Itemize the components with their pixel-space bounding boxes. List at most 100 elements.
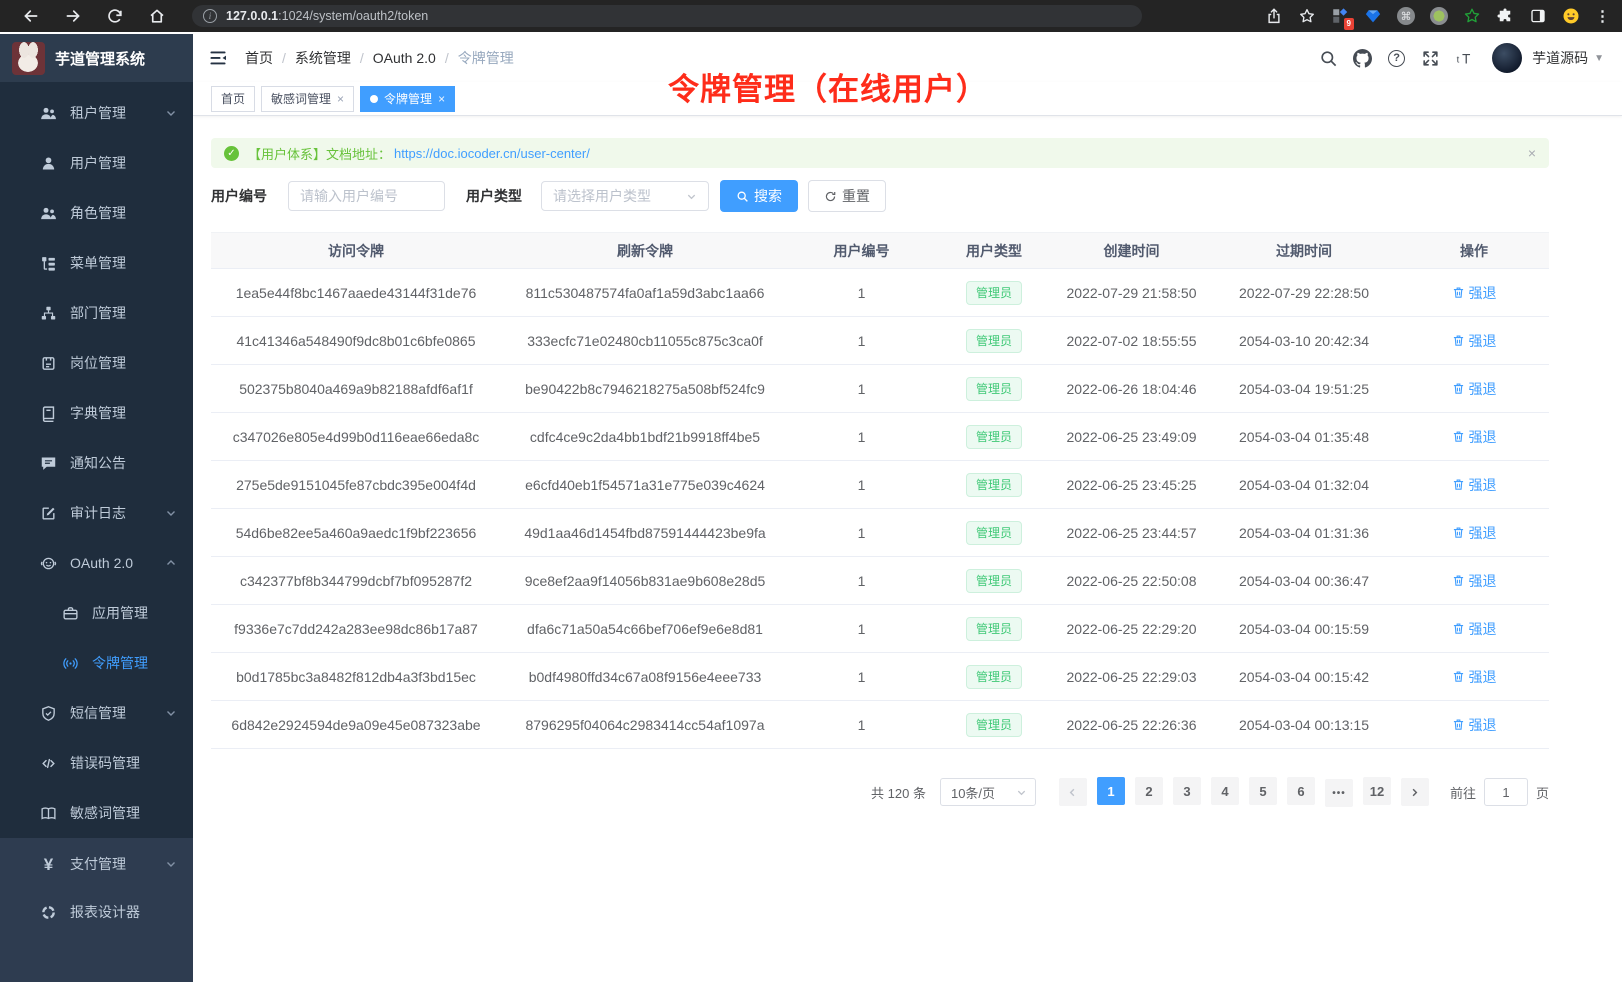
more-pages-button[interactable]: ••• xyxy=(1325,779,1353,807)
app-logo[interactable]: 芋道管理系统 xyxy=(0,34,193,82)
sidebar-item-user[interactable]: 用户管理 xyxy=(0,138,193,188)
breadcrumb-item[interactable]: 首页 xyxy=(245,48,273,68)
sidebar-item-dept[interactable]: 部门管理 xyxy=(0,288,193,338)
emoji-profile-icon[interactable] xyxy=(1562,7,1580,25)
user-id-cell: 1 xyxy=(789,317,934,365)
trash-icon xyxy=(1452,622,1465,635)
roles-icon xyxy=(40,205,57,222)
table-row: 502375b8040a469a9b82188afdf6af1f be90422… xyxy=(211,365,1549,413)
table-row: c342377bf8b344799dcbf7bf095287f2 9ce8ef2… xyxy=(211,557,1549,605)
breadcrumb-item[interactable]: 令牌管理 xyxy=(458,48,514,68)
page-button[interactable]: 5 xyxy=(1249,777,1277,805)
collapse-menu-icon[interactable] xyxy=(208,48,228,68)
sidebar-item-oauth2-app[interactable]: 应用管理 xyxy=(0,588,193,638)
refresh-token-cell: e6cfd40eb1f54571a31e775e039c4624 xyxy=(501,461,789,509)
page-button[interactable]: 4 xyxy=(1211,777,1239,805)
breadcrumb-item[interactable]: OAuth 2.0 xyxy=(373,50,436,66)
caret-down-icon[interactable]: ▼ xyxy=(1594,53,1604,64)
sidebar-item-pay[interactable]: ¥支付管理 xyxy=(0,840,193,888)
alert-close-icon[interactable]: × xyxy=(1528,145,1536,161)
svg-text:t: t xyxy=(1457,54,1460,65)
table-row: 6d842e2924594de9a09e45e087323abe 8796295… xyxy=(211,701,1549,749)
book-open-icon xyxy=(40,805,57,822)
font-size-icon[interactable]: tT xyxy=(1455,49,1474,68)
gem-extension-icon[interactable] xyxy=(1364,7,1382,25)
sidebar-item-sensitive[interactable]: 敏感词管理 xyxy=(0,788,193,838)
close-icon[interactable]: × xyxy=(438,93,445,105)
force-logout-button[interactable]: 强退 xyxy=(1452,427,1497,447)
extensions-puzzle-icon[interactable] xyxy=(1496,7,1514,25)
sidebar-item-oauth2-token[interactable]: 令牌管理 xyxy=(0,638,193,688)
sidebar-item-post[interactable]: 岗位管理 xyxy=(0,338,193,388)
breadcrumb-separator: / xyxy=(282,50,286,66)
breadcrumb-item[interactable]: 系统管理 xyxy=(295,48,351,68)
url-bar[interactable]: i 127.0.0.1:1024/system/oauth2/token xyxy=(192,5,1142,27)
fullscreen-icon[interactable] xyxy=(1421,49,1440,68)
side-panel-icon[interactable] xyxy=(1529,7,1547,25)
create-time-cell: 2022-06-26 18:04:46 xyxy=(1054,365,1209,413)
star-extension-icon[interactable] xyxy=(1463,7,1481,25)
page-button[interactable]: 12 xyxy=(1363,777,1391,805)
table-row: 54d6be82ee5a460a9aedc1f9bf223656 49d1aa4… xyxy=(211,509,1549,557)
search-icon[interactable] xyxy=(1319,49,1338,68)
force-logout-button[interactable]: 强退 xyxy=(1452,379,1497,399)
bookmark-star-icon[interactable] xyxy=(1298,7,1316,25)
github-icon[interactable] xyxy=(1353,49,1372,68)
force-logout-button[interactable]: 强退 xyxy=(1452,619,1497,639)
page-size-select[interactable]: 10条/页 xyxy=(940,778,1036,806)
sidebar-item-errcode[interactable]: 错误码管理 xyxy=(0,738,193,788)
tab-token[interactable]: 令牌管理× xyxy=(360,86,455,112)
tab-home[interactable]: 首页 xyxy=(211,86,255,112)
force-logout-button[interactable]: 强退 xyxy=(1452,331,1497,351)
browser-nav xyxy=(22,7,166,25)
close-icon[interactable]: × xyxy=(337,93,344,105)
next-page-button[interactable] xyxy=(1401,778,1429,806)
extension-grid-icon[interactable]: 9 xyxy=(1331,7,1349,25)
page-button[interactable]: 2 xyxy=(1135,777,1163,805)
back-icon[interactable] xyxy=(22,7,40,25)
chevron-down-icon xyxy=(686,191,697,202)
sidebar-item-tenant[interactable]: 租户管理 xyxy=(0,88,193,138)
total-count: 共 120 条 xyxy=(871,783,926,802)
share-icon[interactable] xyxy=(1265,7,1283,25)
page-button[interactable]: 6 xyxy=(1287,777,1315,805)
command-extension-icon[interactable]: ⌘ xyxy=(1397,7,1415,25)
user-id-cell: 1 xyxy=(789,653,934,701)
sidebar-item-sms[interactable]: 短信管理 xyxy=(0,688,193,738)
page-button[interactable]: 3 xyxy=(1173,777,1201,805)
forward-icon[interactable] xyxy=(64,7,82,25)
user-avatar[interactable] xyxy=(1492,43,1522,73)
sidebar-item-dict[interactable]: 字典管理 xyxy=(0,388,193,438)
user-type-select[interactable]: 请选择用户类型 xyxy=(541,181,709,211)
user-id-input[interactable] xyxy=(288,181,445,211)
sidebar-item-audit[interactable]: 审计日志 xyxy=(0,488,193,538)
sidebar-item-oauth2[interactable]: OAuth 2.0 xyxy=(0,538,193,588)
site-info-icon[interactable]: i xyxy=(203,9,217,23)
force-logout-button[interactable]: 强退 xyxy=(1452,571,1497,591)
username[interactable]: 芋道源码 xyxy=(1532,48,1588,68)
goto-page-input[interactable] xyxy=(1484,778,1528,806)
force-logout-button[interactable]: 强退 xyxy=(1452,523,1497,543)
refresh-token-cell: dfa6c71a50a54c66bef706ef9e6e8d81 xyxy=(501,605,789,653)
page-button[interactable]: 1 xyxy=(1097,777,1125,805)
tab-sensitive[interactable]: 敏感词管理× xyxy=(261,86,354,112)
sidebar-item-report[interactable]: 报表设计器 xyxy=(0,888,193,936)
search-button[interactable]: 搜索 xyxy=(720,180,798,212)
sidebar-item-menu[interactable]: 菜单管理 xyxy=(0,238,193,288)
sidebar-item-role[interactable]: 角色管理 xyxy=(0,188,193,238)
home-icon[interactable] xyxy=(148,7,166,25)
recorder-extension-icon[interactable] xyxy=(1430,7,1448,25)
force-logout-button[interactable]: 强退 xyxy=(1452,475,1497,495)
doc-link[interactable]: https://doc.iocoder.cn/user-center/ xyxy=(394,146,590,161)
page-content: ✓ 【用户体系】文档地址： https://doc.iocoder.cn/use… xyxy=(193,116,1549,807)
trash-icon xyxy=(1452,430,1465,443)
browser-menu-icon[interactable]: ⋮ xyxy=(1595,7,1610,25)
prev-page-button[interactable] xyxy=(1059,778,1087,806)
force-logout-button[interactable]: 强退 xyxy=(1452,715,1497,735)
reload-icon[interactable] xyxy=(106,7,124,25)
force-logout-button[interactable]: 强退 xyxy=(1452,667,1497,687)
force-logout-button[interactable]: 强退 xyxy=(1452,283,1497,303)
reset-button[interactable]: 重置 xyxy=(808,180,886,212)
help-icon[interactable]: ? xyxy=(1387,49,1406,68)
sidebar-item-notice[interactable]: 通知公告 xyxy=(0,438,193,488)
